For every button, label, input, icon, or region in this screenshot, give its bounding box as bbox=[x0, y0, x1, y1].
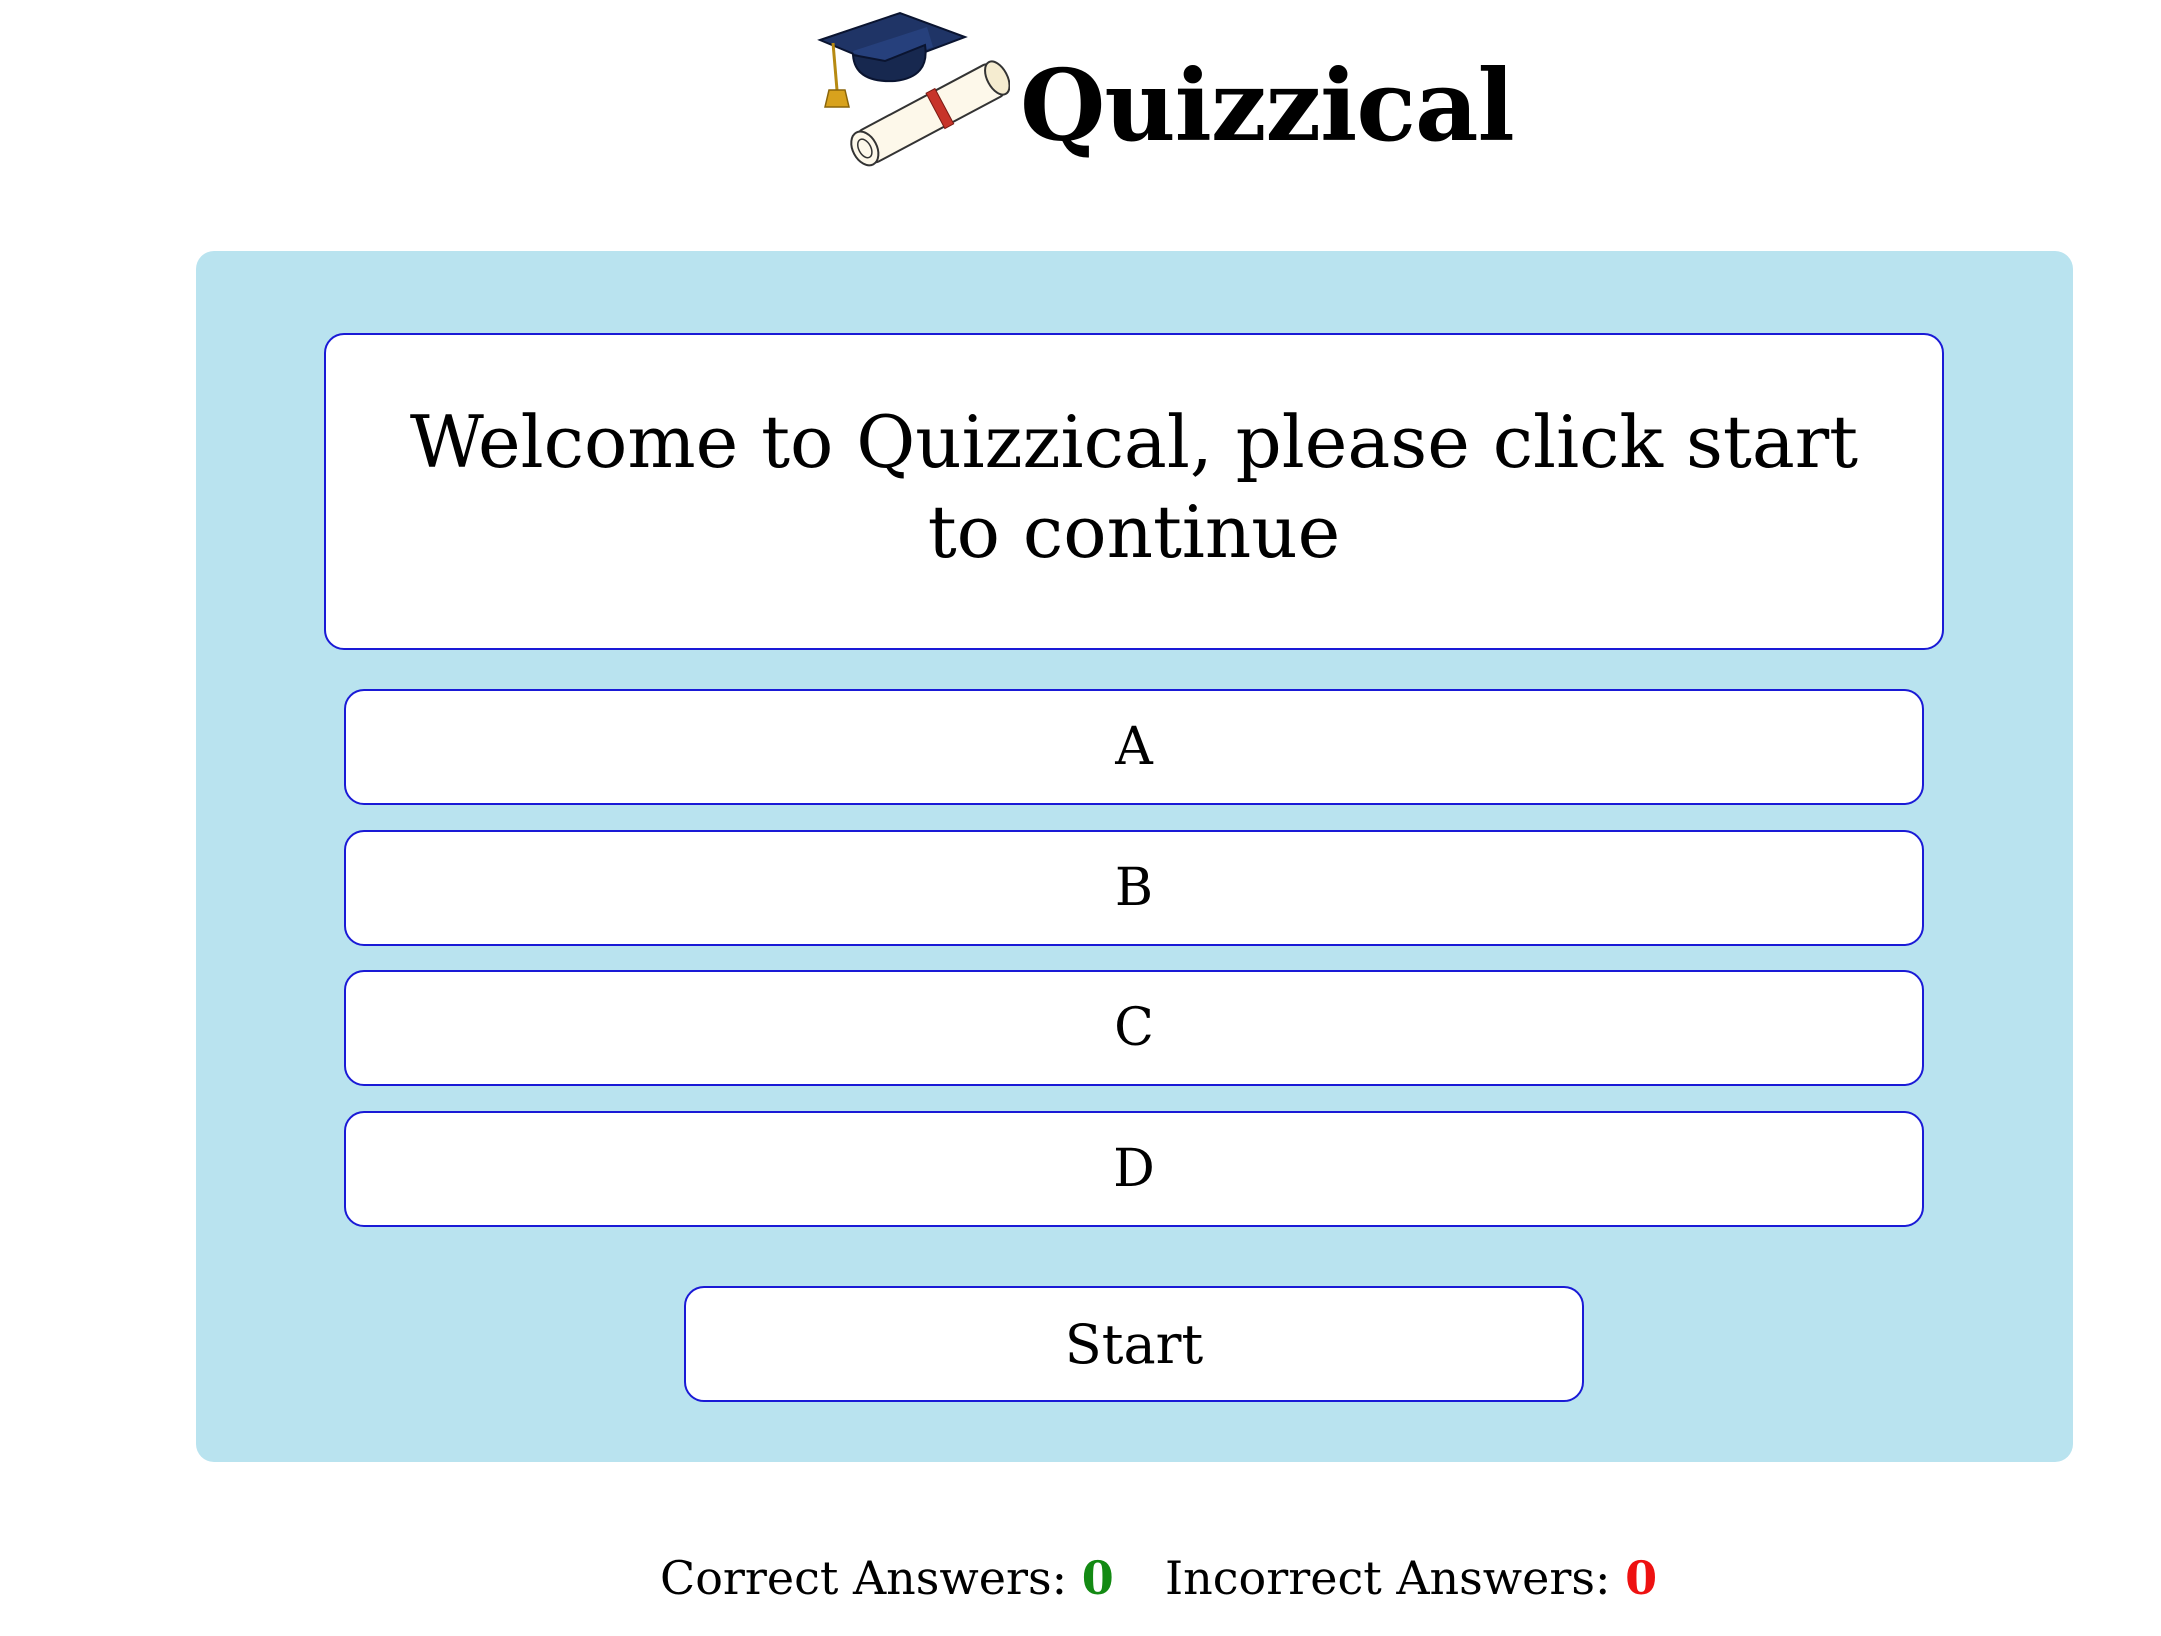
graduation-cap-diploma-icon bbox=[815, 5, 1011, 170]
question-box: Welcome to Quizzical, please click start… bbox=[324, 333, 1944, 650]
score-bar: Correct Answers: 0 Incorrect Answers: 0 bbox=[0, 1548, 2161, 1608]
incorrect-answers-value: 0 bbox=[1625, 1551, 1658, 1605]
incorrect-answers-counter: Incorrect Answers: 0 bbox=[1165, 1548, 1657, 1608]
incorrect-answers-label: Incorrect Answers: bbox=[1165, 1551, 1611, 1605]
question-text: Welcome to Quizzical, please click start… bbox=[409, 399, 1859, 574]
page-header: Quizzical bbox=[0, 0, 2161, 230]
quiz-panel: Welcome to Quizzical, please click start… bbox=[196, 251, 2073, 1462]
correct-answers-counter: Correct Answers: 0 bbox=[660, 1548, 1114, 1608]
app-title: Quizzical bbox=[1020, 49, 1515, 164]
answer-button-c[interactable]: C bbox=[344, 970, 1924, 1086]
answer-button-a[interactable]: A bbox=[344, 689, 1924, 805]
correct-answers-value: 0 bbox=[1081, 1551, 1114, 1605]
answer-button-b[interactable]: B bbox=[344, 830, 1924, 946]
correct-answers-label: Correct Answers: bbox=[660, 1551, 1068, 1605]
answer-button-d[interactable]: D bbox=[344, 1111, 1924, 1227]
start-button[interactable]: Start bbox=[684, 1286, 1584, 1402]
